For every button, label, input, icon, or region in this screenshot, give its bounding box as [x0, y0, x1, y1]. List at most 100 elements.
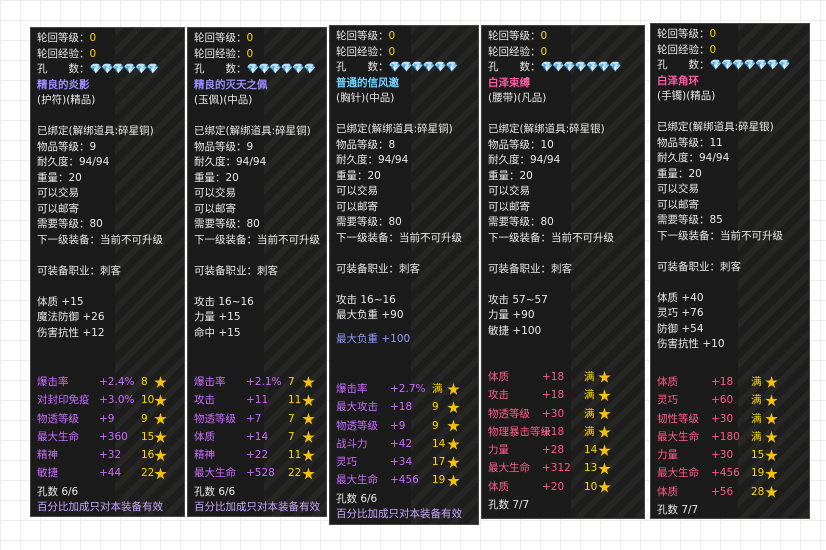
- base-attribute: 防御 +54: [657, 322, 704, 335]
- extra-attribute-value: +11: [246, 394, 269, 407]
- extra-attribute-level: 14: [584, 444, 598, 457]
- extra-attributes: 爆击率 +2.4% 8 对封印免疫 +3.0% 10 物透等级 +9 9 最大生命 +360 15 精神…: [37, 375, 182, 516]
- extra-attribute-level: 17: [432, 456, 446, 469]
- holes-row: 孔 数：💎💎💎💎💎💎💎: [657, 58, 805, 74]
- base-attribute: 魔法防御 +26: [37, 311, 105, 323]
- extra-attribute-row: 对封印免疫 +3.0% 10: [37, 393, 182, 411]
- lunhui-level-value: 0: [388, 30, 396, 42]
- extra-attribute-level: 22: [141, 467, 155, 480]
- extra-attribute-row: 体质 +14 7: [194, 430, 324, 448]
- item-name: 普通的信风邀: [336, 76, 399, 89]
- extra-attribute-value: +18: [542, 371, 565, 383]
- extra-attribute-label: 体质: [488, 371, 509, 383]
- holes-count: 孔数 6/6: [37, 485, 79, 498]
- lunhui-level-value: 0: [89, 32, 97, 44]
- extra-attribute-value: +7: [246, 412, 262, 425]
- lunhui-level-label: 轮回等级：: [657, 28, 710, 40]
- extra-attribute-level: 满: [751, 430, 762, 443]
- item-info-line: 已绑定(解绑道具:碎星铜): [37, 125, 154, 137]
- lunhui-exp-value: 0: [540, 45, 548, 58]
- extra-attribute-level: 9: [432, 419, 439, 432]
- item-name: 白泽束缚: [488, 76, 530, 89]
- item-tooltip-panel: 轮回等级：0 轮回经验：0 孔 数：💎💎💎💎💎💎💎 白泽角环 (手镯)(精品) 已绑定(解…: [650, 23, 810, 519]
- lunhui-exp-row: 轮回经验：0: [194, 47, 322, 63]
- extra-attribute-value: +42: [390, 437, 413, 450]
- star-icon: [154, 467, 167, 480]
- extra-attribute-label: 爆击率: [336, 383, 368, 395]
- extra-attribute-label: 战斗力: [336, 437, 368, 450]
- extra-attribute-row: 灵巧 +34 17: [336, 455, 476, 473]
- extra-attribute-label: 力量: [657, 449, 678, 462]
- star-icon: [302, 412, 315, 425]
- extra-attribute-row: 物理暴击等级 +18 满: [488, 425, 642, 443]
- item-info-line: 重量：20: [488, 169, 533, 182]
- holes-row: 孔 数：💎💎💎💎💎💎: [336, 60, 474, 76]
- lunhui-exp-value: 0: [89, 47, 97, 60]
- lunhui-level-row: 轮回等级：0: [488, 29, 640, 45]
- lunhui-exp-row: 轮回经验：0: [657, 43, 805, 59]
- extra-attribute-value: +2.7%: [390, 383, 426, 395]
- extra-attributes: 体质 +18 满灵巧 +60 满韧性等级 +30 满最大生命 +180 满力量 +30 15 最大生命…: [657, 375, 807, 518]
- extra-attribute-row: 物透等级 +7 7: [194, 412, 324, 430]
- lunhui-level-row: 轮回等级：0: [336, 29, 474, 45]
- item-info-line: 需要等级：80: [336, 216, 402, 228]
- extra-attribute-value: +14: [246, 430, 269, 443]
- item-info-line: 下一级装备：当前不可升级: [657, 229, 783, 242]
- extra-attribute-value: +9: [99, 412, 115, 425]
- item-info-line: 可以邮寄: [488, 200, 530, 213]
- extra-attribute-label: 物透等级: [336, 419, 378, 432]
- star-icon: [447, 456, 460, 469]
- item-info-line: 耐久度：94/94: [488, 154, 561, 166]
- item-info-line: 可以邮寄: [657, 198, 699, 211]
- item-tooltip-panel: 轮回等级：0 轮回经验：0 孔 数：💎💎💎💎💎💎 精良的炎影 (护符)(精品) 已绑定(解…: [30, 27, 185, 517]
- extra-attribute-row: 力量 +28 14: [488, 443, 642, 461]
- extra-attribute-label: 敏捷: [37, 467, 58, 480]
- extra-attribute-label: 最大生命: [37, 430, 79, 443]
- base-attribute: 伤害抗性 +12: [37, 326, 105, 339]
- star-icon: [447, 419, 460, 432]
- extra-attribute-level: 13: [584, 462, 598, 475]
- item-info-line: 已绑定(解绑道具:碎星铜): [194, 125, 311, 137]
- lunhui-exp-row: 轮回经验：0: [37, 47, 180, 63]
- item-type: (腰带)(凡品): [488, 92, 547, 104]
- extra-attribute-value: +360: [99, 430, 128, 443]
- extra-attribute-level: 28: [751, 485, 765, 498]
- extra-attribute-label: 体质: [657, 376, 678, 388]
- item-info-line: 可以交易: [657, 183, 699, 195]
- item-info-line: 需要等级：80: [488, 216, 554, 228]
- extra-attribute-level: 满: [751, 394, 762, 407]
- extra-attribute-row: 精神 +22 11: [194, 448, 324, 466]
- base-attribute: 命中 +15: [194, 326, 241, 339]
- extra-attribute-label: 灵巧: [336, 456, 357, 469]
- extra-attribute-label: 爆击率: [37, 376, 69, 388]
- extra-attribute-value: +30: [711, 449, 734, 462]
- extra-attribute-row: 力量 +30 15: [657, 448, 807, 466]
- star-icon: [598, 389, 611, 402]
- item-info-line: 已绑定(解绑道具:碎星铜): [336, 123, 453, 135]
- extra-attribute-value: +18: [542, 425, 565, 438]
- item-info-line: 下一级装备：当前不可升级: [194, 233, 320, 246]
- item-info-line: 物品等级：8: [336, 138, 396, 151]
- lunhui-level-row: 轮回等级：0: [657, 27, 805, 43]
- extra-attribute-value: +18: [390, 401, 413, 414]
- extra-attribute-level: 15: [751, 449, 765, 462]
- holes-label: 孔 数：: [488, 61, 541, 73]
- extra-attribute-level: 9: [432, 401, 439, 414]
- lunhui-exp-label: 轮回经验：: [37, 47, 90, 60]
- extra-attribute-value: +28: [542, 444, 565, 457]
- extra-attribute-level: 9: [141, 412, 148, 425]
- lunhui-level-value: 0: [540, 30, 548, 42]
- lunhui-exp-label: 轮回经验：: [336, 45, 389, 58]
- star-icon: [765, 412, 778, 425]
- lunhui-level-label: 轮回等级：: [336, 30, 389, 42]
- extra-attribute-row: 爆击率 +2.7% 满: [336, 382, 476, 400]
- item-info-line: 耐久度：94/94: [657, 152, 730, 164]
- extra-attribute-level: 15: [141, 430, 155, 443]
